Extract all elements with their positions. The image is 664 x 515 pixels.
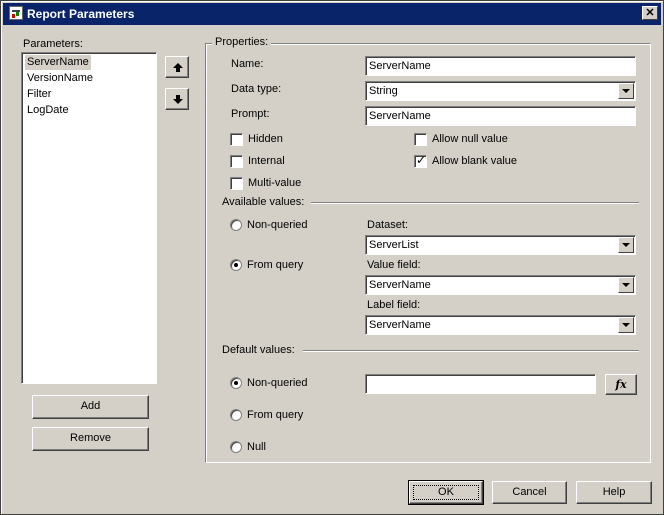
ok-button-label: OK	[438, 486, 454, 498]
list-item-versionname[interactable]: VersionName	[25, 71, 95, 86]
internal-checkbox[interactable]	[230, 155, 243, 168]
default-non-queried-label: Non-queried	[247, 377, 308, 389]
properties-group-title: Properties:	[212, 36, 272, 48]
available-values-label: Available values:	[222, 196, 305, 208]
prompt-input[interactable]	[365, 106, 636, 126]
available-from-query-label: From query	[247, 259, 304, 271]
label-field-value: ServerName	[369, 319, 431, 331]
parameters-label: Parameters:	[23, 38, 83, 50]
available-non-queried-label: Non-queried	[247, 219, 308, 231]
title-bar[interactable]: Report Parameters ✕	[3, 3, 661, 25]
allow-blank-checkbox[interactable]	[414, 153, 427, 168]
chevron-down-icon[interactable]	[618, 83, 634, 99]
value-field-select[interactable]: ServerName	[365, 275, 636, 295]
default-expression-input[interactable]	[365, 374, 596, 394]
default-values-divider	[303, 350, 639, 352]
default-from-query-label: From query	[247, 409, 304, 421]
available-from-query-radio[interactable]	[230, 259, 242, 271]
allow-null-label: Allow null value	[432, 133, 508, 145]
available-values-divider	[311, 202, 639, 204]
name-input[interactable]	[365, 56, 636, 76]
name-label: Name:	[231, 58, 264, 70]
arrow-down-icon	[173, 95, 183, 104]
chevron-down-icon[interactable]	[618, 237, 634, 253]
move-down-button[interactable]	[165, 88, 189, 110]
value-field-label: Value field:	[367, 259, 421, 271]
move-up-button[interactable]	[165, 56, 189, 78]
add-button[interactable]: Add	[32, 395, 149, 419]
expression-button[interactable]: fx	[605, 374, 637, 395]
chevron-down-icon[interactable]	[618, 317, 634, 333]
report-icon	[9, 6, 23, 20]
cancel-button[interactable]: Cancel	[492, 481, 567, 504]
label-field-label: Label field:	[367, 299, 421, 311]
dataset-value: ServerList	[369, 239, 419, 251]
hidden-label: Hidden	[248, 133, 283, 145]
add-button-label: Add	[80, 400, 101, 412]
chevron-down-icon[interactable]	[618, 277, 634, 293]
default-null-radio[interactable]	[230, 441, 242, 453]
data-type-label: Data type:	[231, 83, 282, 95]
arrow-up-icon	[173, 63, 183, 72]
data-type-select[interactable]: String	[365, 81, 636, 101]
allow-null-checkbox[interactable]	[414, 133, 427, 146]
function-icon: fx	[615, 378, 627, 391]
ok-button[interactable]: OK	[408, 480, 484, 505]
help-button[interactable]: Help	[576, 481, 652, 504]
multi-value-label: Multi-value	[248, 177, 302, 189]
data-type-value: String	[369, 85, 398, 97]
default-values-label: Default values:	[222, 344, 295, 356]
hidden-checkbox[interactable]	[230, 133, 243, 146]
remove-button-label: Remove	[70, 432, 111, 444]
close-button[interactable]: ✕	[642, 6, 658, 20]
multi-value-checkbox[interactable]	[230, 177, 243, 190]
list-item-filter[interactable]: Filter	[25, 87, 53, 102]
allow-blank-label: Allow blank value	[432, 155, 517, 167]
cancel-button-label: Cancel	[512, 486, 547, 498]
close-icon: ✕	[645, 7, 655, 19]
window-title: Report Parameters	[27, 7, 135, 21]
default-null-label: Null	[247, 441, 266, 453]
label-field-select[interactable]: ServerName	[365, 315, 636, 335]
list-item-logdate[interactable]: LogDate	[25, 103, 71, 118]
default-from-query-radio[interactable]	[230, 409, 242, 421]
remove-button[interactable]: Remove	[32, 427, 149, 451]
help-button-label: Help	[602, 486, 626, 498]
parameters-list[interactable]: ServerName VersionName Filter LogDate	[21, 52, 157, 384]
available-non-queried-radio[interactable]	[230, 219, 242, 231]
internal-label: Internal	[248, 155, 285, 167]
value-field-value: ServerName	[369, 279, 431, 291]
report-parameters-dialog: Report Parameters ✕ Parameters: ServerNa…	[0, 0, 664, 515]
default-non-queried-radio[interactable]	[230, 377, 242, 389]
dataset-select[interactable]: ServerList	[365, 235, 636, 255]
dataset-label: Dataset:	[367, 219, 408, 231]
list-item-servername[interactable]: ServerName	[25, 55, 91, 70]
prompt-label: Prompt:	[231, 108, 270, 120]
